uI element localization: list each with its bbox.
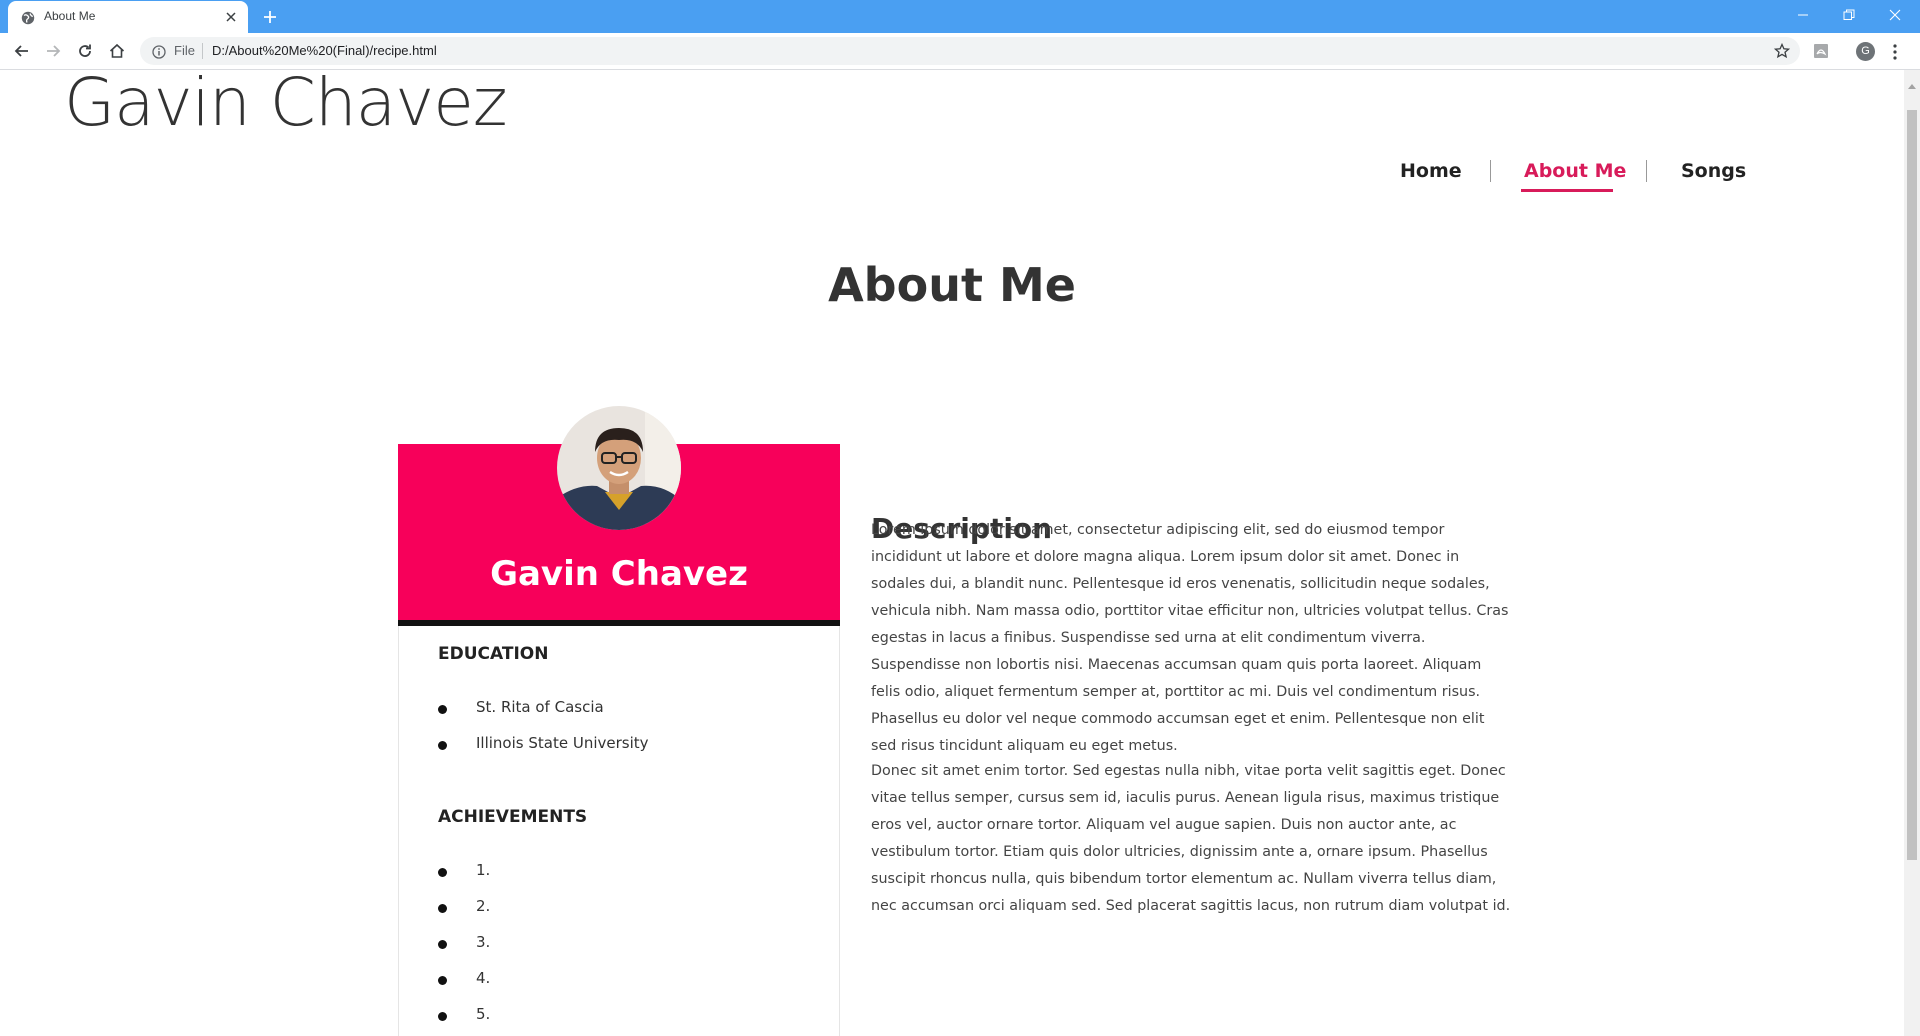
achievement-item: 5. — [476, 1005, 491, 1023]
achievements-heading: ACHIEVEMENTS — [438, 807, 588, 827]
info-icon[interactable] — [152, 44, 166, 59]
pdf-extension-icon[interactable] — [1812, 42, 1830, 60]
profile-photo — [557, 406, 681, 530]
omnibox-divider — [202, 43, 203, 59]
nav-songs[interactable]: Songs — [1681, 160, 1746, 182]
site-title: Gavin Chavez — [64, 70, 507, 141]
bullet — [438, 868, 447, 877]
bullet — [438, 904, 447, 913]
home-icon[interactable] — [107, 41, 127, 61]
nav-divider — [1646, 160, 1647, 182]
nav-active-underline — [1521, 189, 1613, 192]
reload-icon[interactable] — [75, 41, 95, 61]
achievement-item: 1. — [476, 861, 491, 879]
nav-home[interactable]: Home — [1400, 160, 1462, 182]
restore-icon[interactable] — [1826, 0, 1872, 30]
bookmark-star-icon[interactable] — [1773, 42, 1791, 59]
page-scrollbar[interactable] — [1904, 70, 1920, 1036]
forward-arrow-icon[interactable] — [43, 41, 63, 61]
bullet — [438, 940, 447, 949]
achievement-item: 3. — [476, 933, 491, 951]
nav-divider — [1490, 160, 1491, 182]
back-arrow-icon[interactable] — [12, 41, 32, 61]
achievement-item: 4. — [476, 969, 491, 987]
tab-title: About Me — [44, 9, 96, 23]
kebab-menu-icon[interactable] — [1892, 43, 1898, 61]
education-item: Illinois State University — [476, 734, 649, 752]
browser-toolbar: File D:/About%20Me%20(Final)/recipe.html… — [0, 33, 1920, 70]
education-item: St. Rita of Cascia — [476, 698, 604, 716]
achievement-item: 2. — [476, 897, 491, 915]
close-icon[interactable] — [224, 9, 238, 23]
address-bar[interactable]: File D:/About%20Me%20(Final)/recipe.html — [140, 37, 1800, 65]
scroll-up-arrow-icon[interactable] — [1908, 74, 1916, 93]
description-paragraph: Donec sit amet enim tortor. Sed egestas … — [871, 763, 1511, 914]
profile-name: Gavin Chavez — [490, 554, 748, 594]
bullet — [438, 705, 447, 714]
new-tab-icon[interactable] — [262, 9, 278, 25]
url-text[interactable]: D:/About%20Me%20(Final)/recipe.html — [212, 43, 437, 58]
minimize-icon[interactable] — [1780, 0, 1826, 30]
education-heading: EDUCATION — [438, 644, 549, 664]
browser-tab-bar: About Me — [0, 0, 1920, 34]
nav-about-me[interactable]: About Me — [1524, 160, 1626, 182]
page-heading: About Me — [828, 258, 1076, 312]
globe-icon — [21, 10, 35, 25]
close-window-icon[interactable] — [1872, 0, 1918, 30]
profile-avatar[interactable]: G — [1856, 42, 1875, 61]
browser-tab[interactable]: About Me — [8, 1, 248, 34]
bullet — [438, 741, 447, 750]
url-scheme-label: File — [174, 43, 195, 58]
scrollbar-thumb[interactable] — [1907, 110, 1917, 860]
bullet — [438, 1012, 447, 1021]
bullet — [438, 976, 447, 985]
description-paragraph: Lorem ipsum dolor sit amet, consectetur … — [871, 522, 1509, 754]
page-viewport: Gavin Chavez Home About Me Songs About M… — [0, 70, 1904, 1036]
